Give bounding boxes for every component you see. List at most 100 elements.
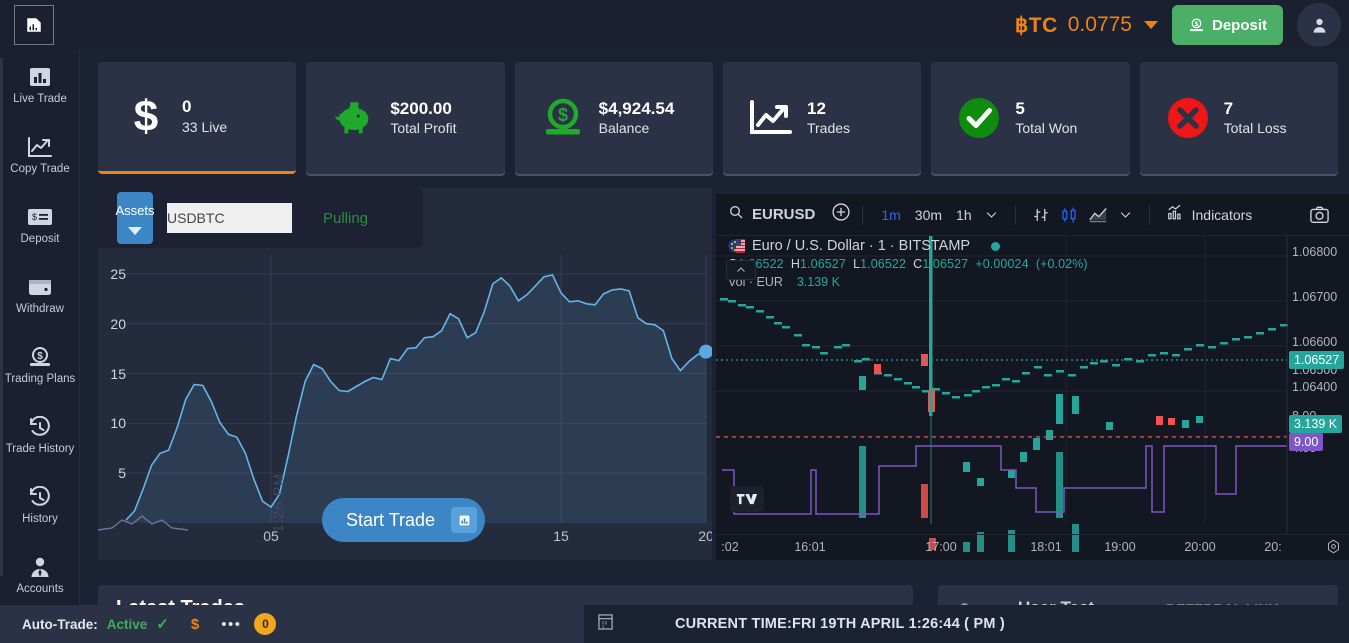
check-circle-icon	[957, 96, 1001, 140]
sidebar-accent-bar	[0, 58, 3, 576]
current-time-label: CURRENT TIME:FRI 19TH APRIL 1:26:44 ( PM…	[675, 616, 1005, 632]
candle	[812, 346, 820, 349]
stat-card-trades[interactable]: 12Trades	[723, 62, 921, 174]
candle	[1056, 452, 1063, 518]
stat-card-total-loss[interactable]: 7Total Loss	[1140, 62, 1338, 174]
sidebar-item-deposit[interactable]: $ Deposit	[0, 190, 80, 260]
ohlc-change: +0.00024	[975, 257, 1028, 271]
candle	[1056, 370, 1064, 373]
candle	[859, 376, 866, 390]
candle	[1168, 418, 1175, 425]
candle	[1008, 470, 1015, 478]
sidebar-item-withdraw[interactable]: Withdraw	[0, 260, 80, 330]
market-status-dot	[991, 242, 1000, 251]
sidebar-item-copy-trade[interactable]: Copy Trade	[0, 120, 80, 190]
candle	[1034, 366, 1042, 369]
candle	[728, 300, 736, 303]
candle	[963, 462, 970, 472]
sidebar-item-label: Deposit	[21, 233, 60, 245]
balance-dropdown[interactable]: ฿TC 0.0775	[1015, 13, 1158, 38]
candle	[1208, 346, 1216, 349]
symbol-input[interactable]	[167, 203, 292, 233]
autotrade-status: Active	[107, 617, 148, 632]
stat-card-total-profit[interactable]: $200.00Total Profit	[306, 62, 504, 174]
chart-x-tick: 15	[553, 528, 569, 544]
tradingview-logo-icon[interactable]	[730, 486, 764, 512]
candle	[904, 382, 912, 385]
chart-y-tick: 15	[110, 366, 126, 382]
svg-text:$: $	[37, 350, 43, 361]
tradingview-legend: Euro / U.S. Dollar · 1 · BITSTAMP O1.065…	[728, 238, 1088, 289]
bar-chart-icon	[27, 66, 53, 88]
price-axis-tick: 1.06400	[1292, 380, 1337, 394]
stat-card-value: 12	[807, 99, 850, 119]
chart-x-tick: 20	[698, 528, 712, 544]
ohlc-h-value: 1.06527	[800, 257, 846, 271]
history-clock-icon	[27, 486, 53, 508]
ohlc-c-value: 1.06527	[922, 257, 968, 271]
calendar-icon[interactable]: F0 1	[598, 613, 613, 635]
coin-dollar-icon: $	[541, 96, 585, 140]
live-trade-panel: 510152025 051520 1:26 PM Start Trade Ass…	[98, 188, 712, 560]
deposit-money-icon: $	[1188, 17, 1205, 34]
stats-cards-row: $033 Live$200.00Total Profit$$4,924.54Ba…	[98, 62, 1338, 174]
svg-text:$: $	[32, 212, 37, 222]
ohlc-h-key: H	[791, 257, 800, 271]
candle	[912, 386, 920, 389]
avatar[interactable]	[1297, 3, 1341, 47]
stat-card-total-won[interactable]: 5Total Won	[931, 62, 1129, 174]
svg-text:1: 1	[602, 624, 605, 629]
stat-card-33-live[interactable]: $033 Live	[98, 62, 296, 174]
eu-us-flag-icon	[728, 239, 745, 253]
currency-symbol: ฿TC	[1015, 13, 1058, 38]
candle	[820, 352, 828, 355]
stat-card-label: Total Loss	[1224, 120, 1287, 137]
ellipsis-icon[interactable]: •••	[221, 616, 241, 633]
sidebar-item-label: Trading Plans	[5, 373, 76, 385]
stat-card-value: 7	[1224, 99, 1287, 119]
candle	[834, 346, 842, 349]
sidebar-item-trading-plans[interactable]: $ Trading Plans	[0, 330, 80, 400]
clock-settings-icon[interactable]	[1326, 539, 1341, 559]
deposit-button[interactable]: $ Deposit	[1172, 5, 1283, 45]
legend-title: Euro / U.S. Dollar · 1 · BITSTAMP	[752, 238, 970, 254]
check-icon: ✓	[156, 615, 169, 633]
chart-y-tick: 20	[110, 316, 126, 332]
candle	[1220, 342, 1228, 345]
user-avatar-icon	[1310, 16, 1329, 35]
candle	[894, 378, 902, 381]
time-axis-tick: 16:01	[794, 540, 825, 554]
sidebar-item-label: Withdraw	[16, 303, 64, 315]
currency-amount: 0.0775	[1068, 13, 1132, 37]
candle	[1172, 354, 1180, 357]
sidebar-item-history[interactable]: History	[0, 470, 80, 540]
candle	[1022, 372, 1030, 375]
collapse-pane-button[interactable]	[726, 260, 756, 280]
chart-y-tick: 5	[118, 465, 126, 481]
candle	[1268, 328, 1276, 331]
candle	[782, 326, 790, 329]
chart-y-tick: 25	[110, 266, 126, 282]
volume-value: 3.139 K	[797, 275, 840, 289]
assets-dropdown-button[interactable]: Assets	[117, 192, 153, 244]
tradingview-price-axis[interactable]: 1.068001.067001.066001.065001.064008.004…	[1287, 236, 1349, 526]
candle	[982, 386, 990, 389]
start-trade-button[interactable]: Start Trade	[322, 498, 485, 542]
time-axis-tick: 20:	[1264, 540, 1281, 554]
area-chart: 510152025 051520 1:26 PM Start Trade	[98, 248, 712, 560]
candle	[1182, 420, 1189, 428]
tradingview-time-axis[interactable]: :0216:0117:0018:0119:0020:0020:	[716, 534, 1349, 560]
candle	[1256, 332, 1264, 335]
app-logo[interactable]	[14, 5, 54, 45]
notification-count-badge[interactable]: 0	[254, 613, 276, 635]
candle	[1012, 380, 1020, 383]
sidebar-item-accounts[interactable]: Accounts	[0, 540, 80, 610]
dollar-icon[interactable]: $	[191, 616, 199, 633]
sidebar-item-trade-history[interactable]: Trade History	[0, 400, 80, 470]
candle	[842, 344, 850, 347]
candle	[884, 374, 892, 377]
stat-card-balance[interactable]: $$4,924.54Balance	[515, 62, 713, 174]
sidebar-item-live-trade[interactable]: Live Trade	[0, 50, 80, 120]
candle	[1232, 338, 1240, 341]
candle	[1056, 394, 1063, 424]
